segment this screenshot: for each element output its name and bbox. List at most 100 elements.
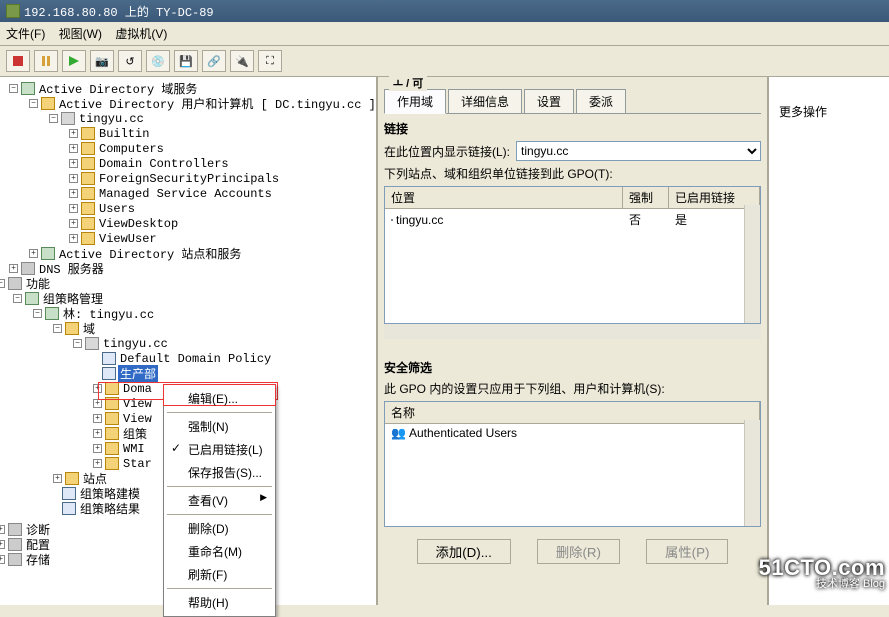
cm-enforce[interactable]: 强制(N) — [166, 415, 273, 438]
links-listbox[interactable]: 位置 强制 已启用链接 tingyu.cc 否 是 — [384, 186, 761, 324]
tab-settings[interactable]: 设置 — [524, 89, 574, 113]
play-button[interactable] — [62, 50, 86, 72]
tree-viewdesktop[interactable]: ViewDesktop — [97, 217, 180, 231]
tab-details[interactable]: 详细信息 — [448, 89, 522, 113]
tree-viewuser[interactable]: ViewUser — [97, 232, 159, 246]
tree-domain2[interactable]: tingyu.cc — [101, 337, 170, 351]
expand-toggle[interactable]: + — [69, 189, 78, 198]
menu-view[interactable]: 视图(W) — [59, 27, 102, 41]
col-name[interactable]: 名称 — [385, 402, 760, 423]
tab-scope[interactable]: 作用域 — [384, 89, 446, 114]
security-listbox[interactable]: 名称 👥Authenticated Users — [384, 401, 761, 527]
expand-toggle[interactable]: − — [0, 279, 5, 288]
expand-toggle[interactable]: + — [0, 540, 5, 549]
tree-computers[interactable]: Computers — [97, 142, 166, 156]
expand-toggle[interactable]: + — [69, 234, 78, 243]
menu-vm[interactable]: 虚拟机(V) — [115, 27, 167, 41]
cm-view[interactable]: 查看(V)▶ — [166, 489, 273, 512]
security-row[interactable]: 👥Authenticated Users — [385, 424, 760, 442]
col-location[interactable]: 位置 — [385, 187, 623, 208]
tree-prod-dept[interactable]: 生产部 — [118, 365, 158, 382]
expand-toggle[interactable]: + — [29, 249, 38, 258]
tree-gp-results[interactable]: 组策略结果 — [78, 500, 142, 517]
expand-toggle[interactable]: − — [9, 84, 18, 93]
modeling-icon — [62, 487, 76, 500]
gpmc-icon — [25, 292, 39, 305]
cm-edit[interactable]: 编辑(E)... — [166, 387, 273, 410]
tree-fsp[interactable]: ForeignSecurityPrincipals — [97, 172, 281, 186]
revert-button[interactable]: ↺ — [118, 50, 142, 72]
cm-link-enabled[interactable]: ✓已启用链接(L) — [166, 438, 273, 461]
expand-toggle[interactable]: − — [29, 99, 38, 108]
expand-toggle[interactable]: − — [49, 114, 58, 123]
menu-file[interactable]: 文件(F) — [6, 27, 45, 41]
network-button[interactable]: 🔗 — [202, 50, 226, 72]
cm-help[interactable]: 帮助(H) — [166, 591, 273, 614]
expand-toggle[interactable]: + — [69, 129, 78, 138]
cm-delete[interactable]: 删除(D) — [166, 517, 273, 540]
expand-toggle[interactable]: + — [69, 219, 78, 228]
expand-toggle[interactable]: + — [69, 204, 78, 213]
display-links-label: 在此位置内显示链接(L): — [384, 143, 510, 160]
tree-forest[interactable]: 林: tingyu.cc — [61, 305, 156, 322]
tree-wmi-trunc[interactable]: WMI — [121, 442, 147, 456]
expand-toggle[interactable]: + — [93, 384, 102, 393]
expand-toggle[interactable]: + — [93, 429, 102, 438]
expand-toggle[interactable]: + — [0, 525, 5, 534]
cm-save-report[interactable]: 保存报告(S)... — [166, 461, 273, 484]
scrollbar-vertical[interactable] — [744, 205, 760, 323]
expand-toggle[interactable]: + — [93, 459, 102, 468]
chevron-right-icon: ▶ — [260, 492, 267, 503]
tree-storage[interactable]: 存储 — [24, 551, 52, 568]
tree-star-trunc[interactable]: Star — [121, 457, 154, 471]
expand-toggle[interactable]: + — [53, 474, 62, 483]
usb-button[interactable]: 🔌 — [230, 50, 254, 72]
scrollbar-horizontal[interactable] — [384, 323, 761, 339]
expand-toggle[interactable]: + — [93, 414, 102, 423]
expand-toggle[interactable]: + — [93, 399, 102, 408]
expand-toggle[interactable]: − — [33, 309, 42, 318]
properties-button[interactable]: 属性(P) — [646, 539, 728, 564]
add-button[interactable]: 添加(D)... — [417, 539, 511, 564]
tree-default-policy[interactable]: Default Domain Policy — [118, 352, 273, 366]
cm-rename[interactable]: 重命名(M) — [166, 540, 273, 563]
expand-toggle[interactable]: + — [69, 159, 78, 168]
cm-refresh[interactable]: 刷新(F) — [166, 563, 273, 586]
stop-button[interactable] — [6, 50, 30, 72]
vm-title-bar: 192.168.80.80 上的 TY-DC-89 — [0, 0, 889, 22]
tree-dcs[interactable]: Domain Controllers — [97, 157, 231, 171]
links-location-select[interactable]: tingyu.cc — [516, 141, 761, 161]
scrollbar-vertical[interactable] — [744, 420, 760, 526]
tree-builtin[interactable]: Builtin — [97, 127, 151, 141]
tree-view1[interactable]: View — [121, 397, 154, 411]
col-enforced[interactable]: 强制 — [623, 187, 669, 208]
tree-ad-users-computers[interactable]: Active Directory 用户和计算机 [ DC.tingyu.cc ] — [57, 95, 378, 112]
expand-toggle[interactable]: − — [73, 339, 82, 348]
tree-users[interactable]: Users — [97, 202, 137, 216]
tree-view2[interactable]: View — [121, 412, 154, 426]
links-row[interactable]: tingyu.cc 否 是 — [385, 209, 760, 230]
expand-toggle[interactable]: + — [93, 444, 102, 453]
cd-button[interactable]: 💿 — [146, 50, 170, 72]
expand-toggle[interactable]: − — [13, 294, 22, 303]
folder-icon — [65, 472, 79, 485]
tree-domains[interactable]: 域 — [81, 320, 97, 337]
pause-button[interactable] — [34, 50, 58, 72]
expand-toggle[interactable]: + — [0, 555, 5, 564]
folder-icon — [81, 172, 95, 185]
expand-toggle[interactable]: + — [69, 174, 78, 183]
tree-gp-trunc[interactable]: 组策 — [121, 425, 149, 442]
snapshot-button[interactable]: 📷 — [90, 50, 114, 72]
floppy-button[interactable]: 💾 — [174, 50, 198, 72]
remove-button[interactable]: 删除(R) — [537, 539, 620, 564]
expand-toggle[interactable]: + — [69, 144, 78, 153]
fullscreen-button[interactable]: ⛶ — [258, 50, 282, 72]
tree-domain-root[interactable]: tingyu.cc — [77, 112, 146, 126]
folder-icon — [81, 187, 95, 200]
more-actions[interactable]: 更多操作 — [779, 99, 879, 124]
expand-toggle[interactable]: + — [9, 264, 18, 273]
tree-msa[interactable]: Managed Service Accounts — [97, 187, 274, 201]
expand-toggle[interactable]: − — [53, 324, 62, 333]
tree-domain-trunc[interactable]: Doma — [121, 382, 154, 396]
tab-delegation[interactable]: 委派 — [576, 89, 626, 113]
